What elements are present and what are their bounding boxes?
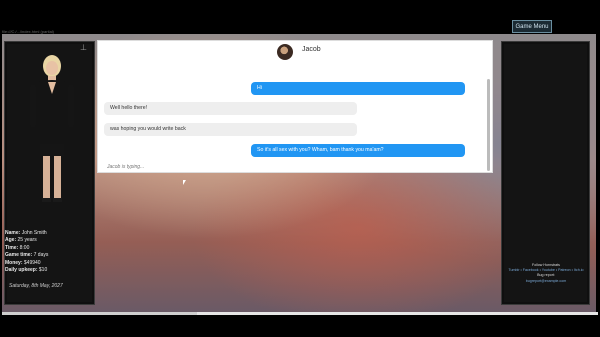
stat-gametime: Game time: 7 days xyxy=(5,252,49,259)
message-bubble-received: Well hello there! xyxy=(104,102,357,115)
stat-name: Name: John Smith xyxy=(5,230,47,236)
stat-money: Money: $49940 xyxy=(5,259,41,266)
message-bubble-sent: Hi xyxy=(251,82,465,95)
chat-scrollbar[interactable] xyxy=(487,79,490,171)
message-bubble-received: was hoping you would write back xyxy=(104,123,357,136)
wardrobe-icon[interactable]: ⊥ xyxy=(80,43,87,52)
player-stats: Name: John Smith Age: 25 years Time: 8:0… xyxy=(5,230,95,274)
follow-block: Follow Hornstrats Tumblr • Facebook • Yo… xyxy=(505,263,587,284)
mouse-cursor xyxy=(183,180,186,185)
top-letterbox xyxy=(0,0,600,28)
contact-name: Jacob xyxy=(302,46,321,53)
chat-window: Jacob Hi Well hello there! was hoping yo… xyxy=(97,40,493,173)
stat-age: Age: 25 years xyxy=(5,237,37,244)
typing-indicator: Jacob is typing... xyxy=(107,164,145,170)
message-bubble-sent: So it's all sex with you? Wham, bam than… xyxy=(251,144,465,157)
game-date: Saturday, 8th May, 2027 xyxy=(9,283,63,289)
game-menu-button[interactable]: Game Menu xyxy=(512,20,552,33)
horizontal-scrollbar-thumb[interactable] xyxy=(2,312,197,315)
chat-header: Jacob xyxy=(98,41,492,61)
stat-time: Time: 8:00 xyxy=(5,244,30,251)
bug-report-email[interactable]: bugreport@example.com xyxy=(505,279,587,284)
character-portrait xyxy=(30,55,74,202)
bottom-letterbox xyxy=(0,312,600,337)
stat-upkeep: Daily upkeep: $10 xyxy=(5,267,48,274)
horizontal-scrollbar[interactable] xyxy=(2,312,598,315)
contact-avatar xyxy=(277,44,293,60)
